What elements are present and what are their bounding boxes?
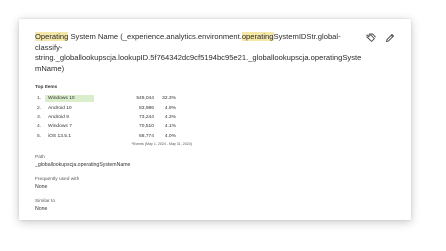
table-row[interactable]: 4. Windows 7 70,510 4.1% — [35, 122, 178, 131]
table-row[interactable]: 5. iOS 13.5.1 68,774 4.0% — [35, 132, 178, 141]
top-items-label: Top Items — [35, 85, 58, 90]
dimension-detail-card: Operating System Name (_experience.analy… — [19, 19, 411, 220]
table-row[interactable]: 2. Android 10 83,986 4.9% — [35, 103, 178, 112]
table-row[interactable]: 1. Windows 10 549,044 32.3% — [35, 94, 178, 103]
frequently-used-with-label: Frequently used with — [35, 176, 80, 182]
row-percent: 4.9% — [164, 105, 176, 111]
row-item-name: Android 10 — [48, 105, 72, 111]
row-percent: 4.1% — [164, 124, 176, 130]
title-segment-2: System Name (_experience.analytics.envir… — [68, 32, 242, 41]
row-value: 83,986 — [139, 105, 154, 111]
path-label: Path — [35, 154, 45, 160]
header-row: Operating System Name (_experience.analy… — [35, 32, 395, 74]
row-value: 549,044 — [136, 96, 154, 102]
row-item-name: Android 9 — [48, 114, 69, 120]
row-item-name-cell: Windows 7 — [45, 122, 94, 131]
tags-icon[interactable] — [366, 33, 376, 43]
row-index: 3. — [37, 114, 42, 120]
row-item-name-cell: Windows 10 — [45, 94, 94, 103]
dimension-title: Operating System Name (_experience.analy… — [35, 32, 366, 74]
path-value: _globallookupscja.operatingSystemName — [35, 161, 131, 168]
header-actions — [366, 33, 395, 43]
row-value: 70,510 — [139, 124, 154, 130]
row-item-name-cell: iOS 13.5.1 — [45, 132, 94, 141]
row-percent: 32.3% — [162, 96, 176, 102]
similar-to-label: Similar to — [35, 198, 55, 204]
edit-pencil-icon[interactable] — [385, 33, 395, 43]
row-index: 4. — [37, 124, 42, 130]
row-index: 2. — [37, 105, 42, 111]
row-index: 1. — [37, 96, 42, 102]
row-item-name-cell: Android 10 — [45, 103, 94, 112]
row-percent: 4.3% — [164, 114, 176, 120]
row-item-name: Windows 10 — [48, 96, 75, 102]
similar-to-value: None — [35, 205, 48, 212]
row-percent: 4.0% — [164, 133, 176, 139]
row-index: 5. — [37, 133, 42, 139]
title-highlight-1: Operating — [35, 32, 69, 41]
row-item-name: iOS 13.5.1 — [48, 133, 72, 139]
frequently-used-with-value: None — [35, 183, 48, 190]
row-item-name: Windows 7 — [48, 124, 72, 130]
top-items-footnote: *Events (May 1, 2024 - May 31, 2024) — [131, 141, 192, 146]
row-value: 68,774 — [139, 133, 154, 139]
row-value: 73,244 — [139, 114, 154, 120]
table-row[interactable]: 3. Android 9 73,244 4.3% — [35, 113, 178, 122]
title-highlight-2: operating — [241, 32, 274, 41]
row-item-name-cell: Android 9 — [45, 113, 94, 122]
top-items-table: 1. Windows 10 549,044 32.3% 2. Android 10 83,9… — [35, 94, 178, 141]
